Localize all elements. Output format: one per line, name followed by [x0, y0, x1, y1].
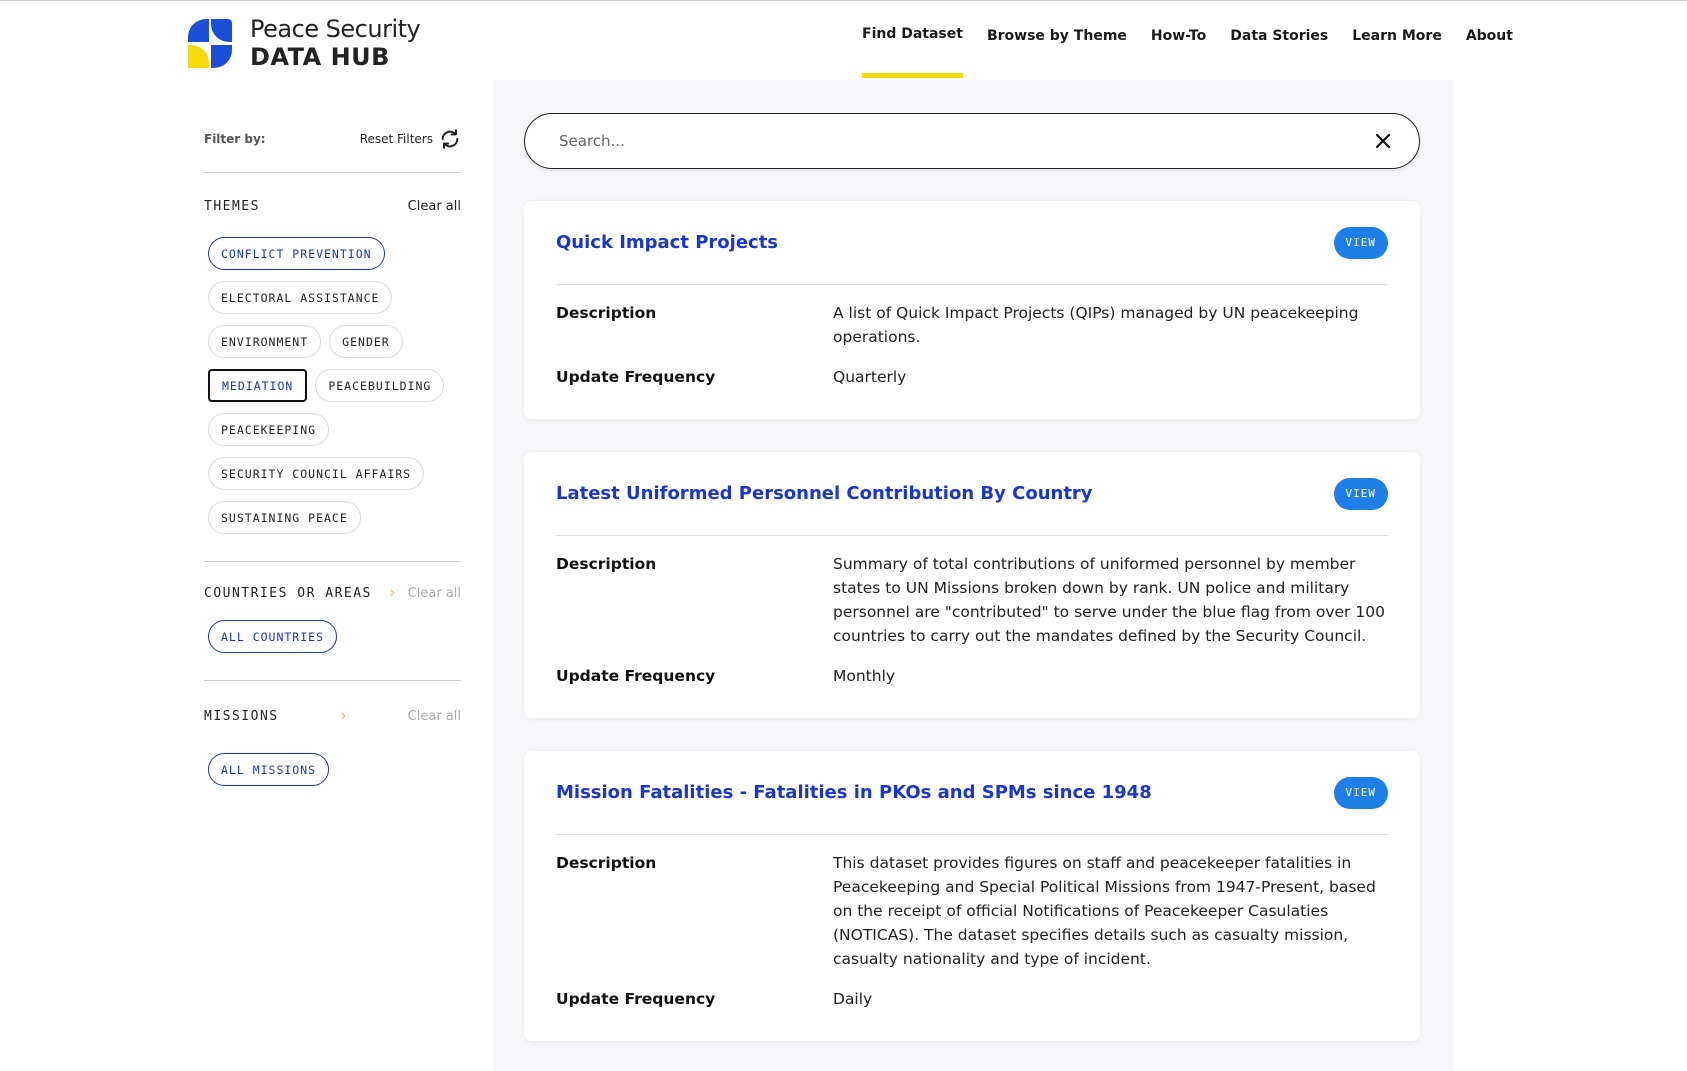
tag-all-countries[interactable]: ALL COUNTRIES: [208, 620, 338, 653]
search-bar: [524, 113, 1420, 169]
filter-sidebar: Filter by: Reset Filters THEMES Clear al…: [204, 120, 461, 797]
divider: [204, 561, 461, 562]
missions-clear-all[interactable]: Clear all: [408, 709, 461, 724]
reset-filters-button[interactable]: Reset Filters: [360, 128, 461, 150]
chevron-right-icon: ›: [389, 585, 397, 601]
update-frequency-label: Update Frequency: [556, 990, 716, 1008]
countries-title[interactable]: COUNTRIES OR AREAS ›: [204, 585, 397, 601]
tag-electoral-assistance[interactable]: ELECTORAL ASSISTANCE: [208, 281, 393, 314]
description-label: Description: [556, 304, 657, 322]
dataset-card: Latest Uniformed Personnel Contribution …: [524, 452, 1420, 718]
nav-learn-more[interactable]: Learn More: [1352, 28, 1442, 44]
description-label: Description: [556, 854, 657, 872]
themes-clear-all[interactable]: Clear all: [408, 199, 461, 214]
logo-text: Peace Security DATA HUB: [250, 15, 421, 71]
close-icon[interactable]: [1375, 133, 1391, 149]
view-button[interactable]: VIEW: [1333, 776, 1388, 809]
dataset-description: Summary of total contributions of unifor…: [833, 555, 1385, 645]
view-button[interactable]: VIEW: [1333, 477, 1388, 510]
nav-how-to[interactable]: How-To: [1151, 28, 1206, 44]
filter-by-label: Filter by:: [204, 132, 266, 146]
dataset-frequency: Quarterly: [833, 368, 907, 386]
country-tags: ALL COUNTRIES: [204, 620, 461, 664]
logo-line-2: DATA HUB: [250, 43, 390, 71]
tag-environment[interactable]: ENVIRONMENT: [208, 325, 322, 358]
nav-find-dataset[interactable]: Find Dataset: [862, 26, 963, 78]
dataset-frequency: Daily: [833, 990, 873, 1008]
logo-line-1: Peace Security: [250, 15, 421, 43]
update-frequency-label: Update Frequency: [556, 667, 716, 685]
tag-conflict-prevention[interactable]: CONFLICT PREVENTION: [208, 237, 385, 270]
dataset-description: This dataset provides figures on staff a…: [833, 854, 1376, 968]
nav-about[interactable]: About: [1466, 28, 1513, 44]
theme-tags: CONFLICT PREVENTION ELECTORAL ASSISTANCE…: [204, 237, 461, 545]
site-logo[interactable]: Peace Security DATA HUB: [188, 15, 421, 71]
logo-mark-icon: [188, 18, 232, 68]
dataset-frequency: Monthly: [833, 667, 896, 685]
refresh-icon: [441, 129, 459, 149]
main-nav: Find Dataset Browse by Theme How-To Data…: [862, 26, 1513, 78]
missions-title-text: MISSIONS: [204, 708, 279, 724]
nav-browse-by-theme[interactable]: Browse by Theme: [987, 28, 1127, 44]
divider: [204, 172, 461, 173]
dataset-description: A list of Quick Impact Projects (QIPs) m…: [833, 304, 1359, 346]
dataset-card: Quick Impact Projects VIEW Description A…: [524, 201, 1420, 419]
nav-data-stories[interactable]: Data Stories: [1230, 28, 1328, 44]
description-label: Description: [556, 555, 657, 573]
tag-peacekeeping[interactable]: PEACEKEEPING: [208, 413, 330, 446]
tag-sustaining-peace[interactable]: SUSTAINING PEACE: [208, 501, 361, 534]
dataset-title[interactable]: Quick Impact Projects: [556, 232, 778, 253]
tag-all-missions[interactable]: ALL MISSIONS: [208, 753, 330, 786]
view-button[interactable]: VIEW: [1333, 226, 1388, 259]
themes-title: THEMES: [204, 198, 260, 214]
dataset-card: Mission Fatalities - Fatalities in PKOs …: [524, 751, 1420, 1041]
dataset-title[interactable]: Mission Fatalities - Fatalities in PKOs …: [556, 782, 1152, 803]
tag-peacebuilding[interactable]: PEACEBUILDING: [315, 369, 445, 402]
search-input[interactable]: [557, 131, 1375, 151]
divider: [204, 680, 461, 681]
missions-title[interactable]: MISSIONS ›: [204, 708, 348, 724]
countries-clear-all[interactable]: Clear all: [408, 586, 461, 601]
tag-security-council-affairs[interactable]: SECURITY COUNCIL AFFAIRS: [208, 457, 425, 490]
tag-gender[interactable]: GENDER: [329, 325, 403, 358]
dataset-title[interactable]: Latest Uniformed Personnel Contribution …: [556, 483, 1093, 504]
mission-tags: ALL MISSIONS: [204, 753, 461, 797]
top-border: [0, 0, 1687, 1]
countries-title-text: COUNTRIES OR AREAS: [204, 585, 372, 601]
update-frequency-label: Update Frequency: [556, 368, 716, 386]
reset-filters-label: Reset Filters: [359, 132, 433, 146]
chevron-right-icon: ›: [340, 708, 348, 724]
tag-mediation[interactable]: MEDIATION: [208, 369, 308, 402]
